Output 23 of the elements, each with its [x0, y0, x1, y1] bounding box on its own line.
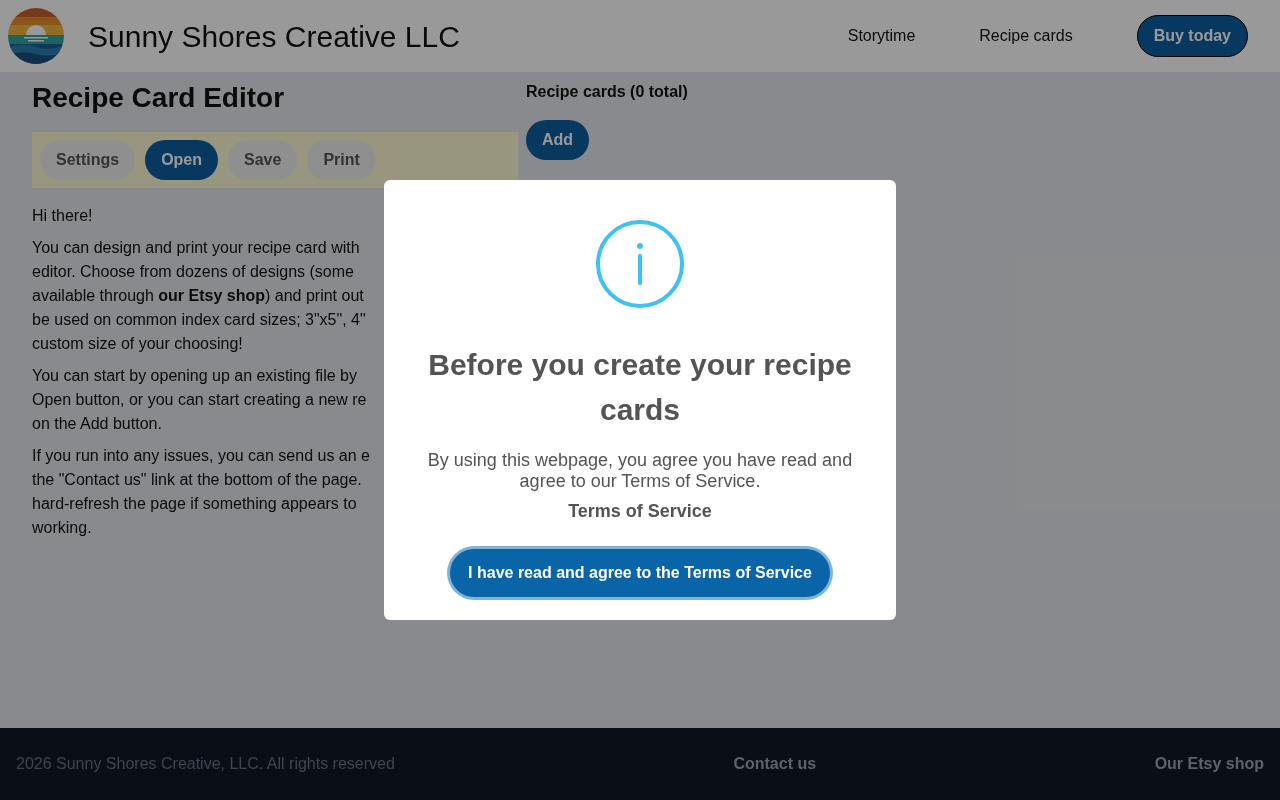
editor-title: Recipe Card Editor — [32, 81, 286, 115]
footer-link[interactable]: Our Etsy shop — [1154, 752, 1264, 776]
intro-paragraph: You can start by opening up an existing file by Open button, or you can start creating a new re on the Add button. — [32, 366, 367, 434]
cards-heading: Recipe cards (0 total) — [526, 82, 688, 102]
add-button[interactable]: Add — [526, 120, 590, 160]
agree-button[interactable]: I have read and agree to the Terms of Service — [450, 549, 830, 597]
intro-paragraph: Hi there! — [32, 206, 93, 226]
brand-name: Sunny Shores Creative LLC — [88, 18, 460, 55]
buy-button[interactable]: Buy today — [1136, 15, 1248, 57]
toolbar-button[interactable]: Save — [228, 140, 298, 180]
sunset-logo-icon — [8, 8, 64, 64]
toolbar-button[interactable]: Open — [145, 140, 218, 180]
intro-paragraph: If you run into any issues, you can send us an e the "Contact us" link at the bottom of the page. hard-refresh the page if something appears to working. — [32, 446, 370, 538]
nav-link[interactable]: Recipe cards — [979, 24, 1073, 48]
dialog-title: Before you create your recipe cards — [427, 347, 853, 428]
nav-link[interactable]: Storytime — [847, 24, 916, 48]
intro-paragraph: You can design and print your recipe card with editor. Choose from dozens of designs (some available through our Etsy shop) and print out be used on common index card sizes; 3"x5", 4" custom size of your choosing! — [32, 238, 366, 354]
terms-link[interactable]: Terms of Service — [568, 500, 712, 522]
info-icon — [596, 220, 684, 308]
toolbar-button[interactable]: Print — [307, 140, 376, 180]
toolbar-button[interactable]: Settings — [40, 140, 136, 180]
dialog-message: By using this webpage, you agree you have read and agree to our Terms of Service. — [426, 450, 854, 492]
footer-link[interactable]: Contact us — [733, 752, 817, 776]
